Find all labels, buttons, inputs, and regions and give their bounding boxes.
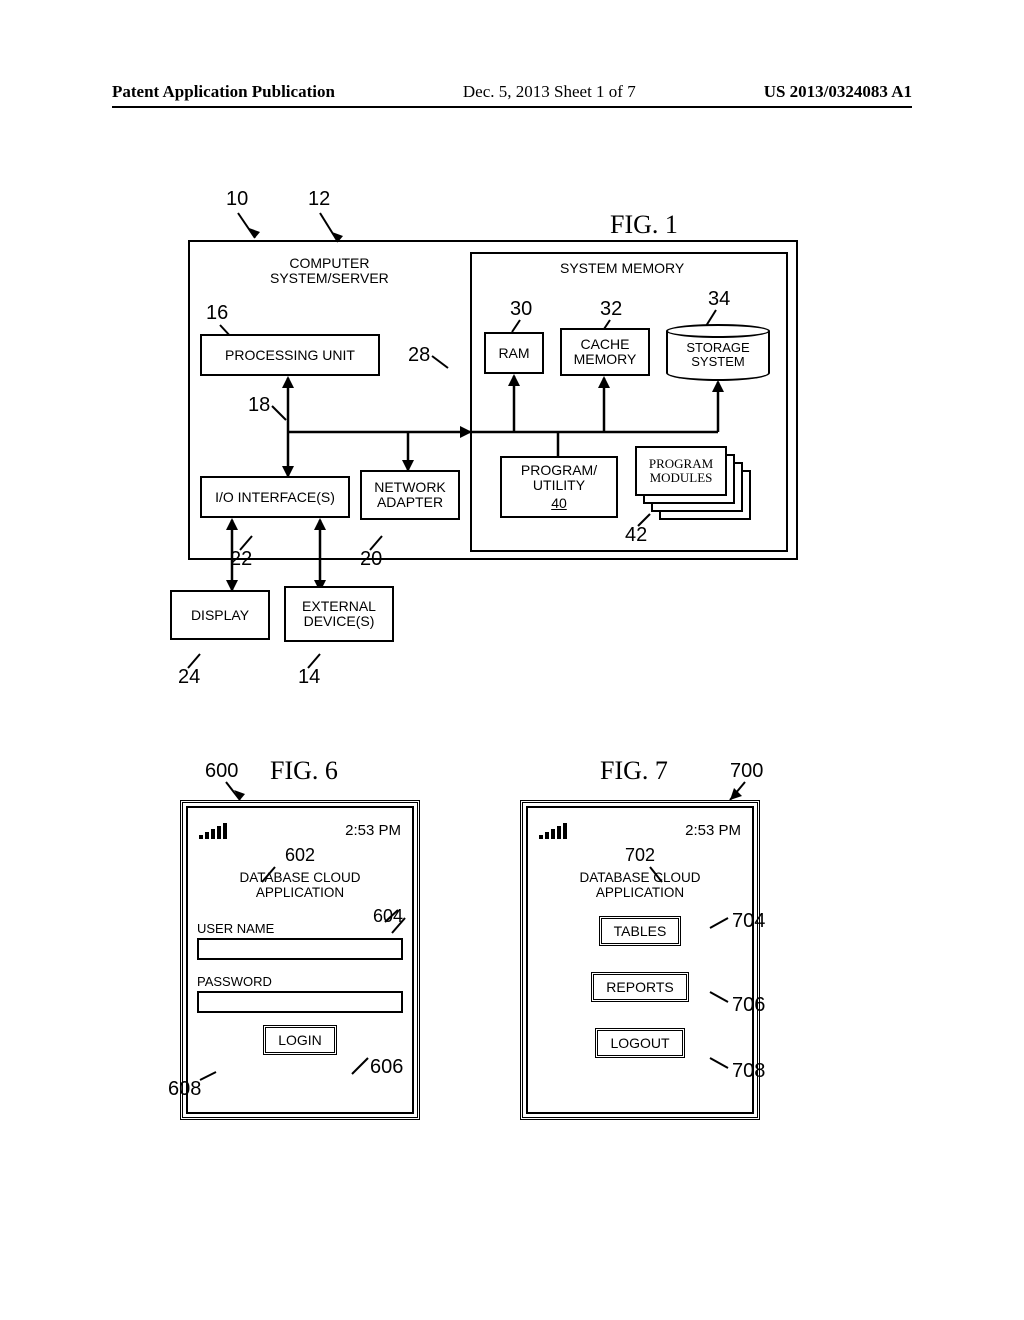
ref-14: 14	[298, 666, 320, 689]
logout-button[interactable]: LOGOUT	[595, 1028, 684, 1058]
label-external-devices: EXTERNAL DEVICE(S)	[302, 599, 376, 630]
input-username[interactable]	[197, 938, 403, 960]
box-ram: RAM	[484, 332, 544, 374]
label-program-modules: PROGRAM MODULES	[649, 457, 713, 486]
label-storage-system: STORAGE SYSTEM	[686, 341, 749, 370]
ref-20: 20	[360, 548, 382, 571]
app-title-fig7: DATABASE CLOUD APPLICATION	[537, 870, 743, 900]
label-program-utility: PROGRAM/ UTILITY	[521, 463, 597, 494]
phone-fig7: 2:53 PM 702 DATABASE CLOUD APPLICATION T…	[520, 800, 760, 1120]
label-ram: RAM	[498, 345, 529, 361]
time-fig7: 2:53 PM	[685, 822, 741, 839]
ref-706: 706	[732, 994, 765, 1017]
reports-button[interactable]: REPORTS	[591, 972, 688, 1002]
header-mid: Dec. 5, 2013 Sheet 1 of 7	[463, 82, 636, 102]
ref-702: 702	[537, 845, 743, 866]
stack-program-modules: PROGRAM MODULES	[635, 446, 755, 522]
ref-606: 606	[370, 1056, 403, 1079]
ref-600: 600	[205, 760, 238, 783]
label-password: PASSWORD	[197, 974, 403, 989]
ref-24: 24	[178, 666, 200, 689]
ref-608: 608	[168, 1078, 201, 1101]
signal-icon	[539, 823, 567, 839]
ref-708: 708	[732, 1060, 765, 1083]
figure-1: FIG. 1 10 12 16 18 28 30 32 34 42 COMPUT…	[160, 180, 830, 700]
ref-10: 10	[226, 188, 248, 211]
label-processing-unit: PROCESSING UNIT	[225, 347, 355, 363]
statusbar-fig7: 2:53 PM	[537, 817, 743, 839]
input-password[interactable]	[197, 991, 403, 1013]
box-external-devices: EXTERNAL DEVICE(S)	[284, 586, 394, 642]
box-program-utility: PROGRAM/ UTILITY 40	[500, 456, 618, 518]
label-io-interfaces: I/O INTERFACE(S)	[215, 489, 335, 505]
page-header: Patent Application Publication Dec. 5, 2…	[112, 82, 912, 108]
header-right: US 2013/0324083 A1	[764, 82, 912, 102]
tables-button[interactable]: TABLES	[599, 916, 682, 946]
time-fig6: 2:53 PM	[345, 822, 401, 839]
app-title-fig6: DATABASE CLOUD APPLICATION	[197, 870, 403, 900]
ref-12: 12	[308, 188, 330, 211]
box-processing-unit: PROCESSING UNIT	[200, 334, 380, 376]
label-network-adapter: NETWORK ADAPTER	[374, 480, 446, 511]
label-cache-memory: CACHE MEMORY	[574, 337, 637, 368]
box-io-interfaces: I/O INTERFACE(S)	[200, 476, 350, 518]
ref-704: 704	[732, 910, 765, 933]
label-system-memory: SYSTEM MEMORY	[560, 260, 684, 276]
ref-602: 602	[197, 845, 403, 866]
login-button[interactable]: LOGIN	[263, 1025, 337, 1055]
ref-40: 40	[551, 495, 567, 511]
header-left: Patent Application Publication	[112, 82, 335, 102]
ref-700: 700	[730, 760, 763, 783]
fig7-title: FIG. 7	[600, 756, 668, 786]
box-cache-memory: CACHE MEMORY	[560, 328, 650, 376]
box-display: DISPLAY	[170, 590, 270, 640]
box-network-adapter: NETWORK ADAPTER	[360, 470, 460, 520]
statusbar-fig6: 2:53 PM	[197, 817, 403, 839]
signal-icon	[199, 823, 227, 839]
fig6-title: FIG. 6	[270, 756, 338, 786]
label-display: DISPLAY	[191, 607, 249, 623]
ref-22: 22	[230, 548, 252, 571]
fig1-title: FIG. 1	[610, 210, 678, 240]
